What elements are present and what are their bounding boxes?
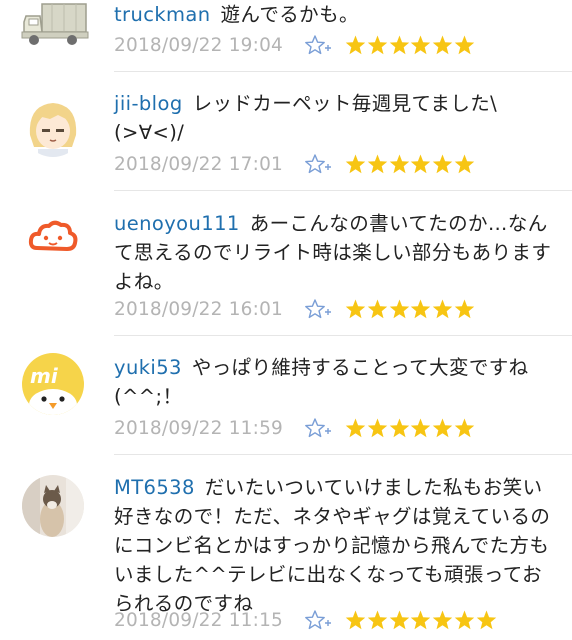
comment-body: truckman 遊んでるかも。 [114,0,554,29]
comment-text-line: yuki53 やっぱり維持することって大変ですね(^^;！ [114,353,554,411]
yellow-star-icon[interactable] [345,298,366,320]
star-rating [345,417,476,439]
yellow-star-icon[interactable] [410,298,431,320]
yellow-star-icon[interactable] [345,609,366,631]
comment-text-line: uenoyou111 あーこんなの書いてたのか…なんて思えるのでリライト時は楽しい… [114,209,554,296]
comment-body: yuki53 やっぱり維持することって大変ですね(^^;！ [114,353,554,411]
yellow-star-icon[interactable] [389,34,410,56]
yellow-star-icon[interactable] [454,153,475,175]
yellow-star-icon[interactable] [432,298,453,320]
yellow-bird-avatar[interactable]: mi [22,353,84,415]
yellow-star-icon[interactable] [432,417,453,439]
add-star-icon[interactable] [304,152,344,176]
yellow-star-icon[interactable] [367,298,388,320]
username-link[interactable]: jii-blog [114,92,183,115]
orange-cloud-avatar[interactable] [22,208,84,270]
comment-text-line: jii-blog レッドカーペット毎週見てました\ (>∀<)/ [114,89,554,147]
yellow-star-icon[interactable] [389,609,410,631]
timestamp: 2018/09/22 19:04 [114,34,284,56]
divider [114,454,572,455]
yellow-star-icon[interactable] [367,417,388,439]
yellow-star-icon[interactable] [410,153,431,175]
yellow-star-icon[interactable] [389,153,410,175]
timestamp: 2018/09/22 11:59 [114,417,284,439]
comment-body: jii-blog レッドカーペット毎週見てました\ (>∀<)/ [114,89,554,147]
yellow-star-icon[interactable] [432,153,453,175]
star-rating [345,153,476,175]
add-star-icon[interactable] [304,33,344,57]
comment-meta: 2018/09/22 17:01 [114,150,476,178]
cat-photo-avatar[interactable] [22,475,84,537]
yellow-star-icon[interactable] [367,609,388,631]
username-link[interactable]: yuki53 [114,356,182,379]
comment-body: uenoyou111 あーこんなの書いてたのか…なんて思えるのでリライト時は楽しい… [114,209,554,296]
comment-meta: 2018/09/22 16:01 [114,295,476,323]
yellow-star-icon[interactable] [454,609,475,631]
yellow-star-icon[interactable] [476,609,497,631]
add-star-icon[interactable] [304,416,344,440]
yellow-star-icon[interactable] [410,34,431,56]
yellow-star-icon[interactable] [345,153,366,175]
star-rating [345,298,476,320]
divider [114,190,572,191]
truck-avatar[interactable] [20,0,90,54]
comment-meta: 2018/09/22 11:59 [114,414,476,442]
svg-text:mi: mi [30,364,59,388]
comment-meta: 2018/09/22 19:04 [114,31,476,59]
yellow-star-icon[interactable] [432,609,453,631]
username-link[interactable]: truckman [114,3,211,26]
anime-girl-icon [22,95,84,157]
anime-girl-avatar[interactable] [22,95,84,157]
timestamp: 2018/09/22 17:01 [114,153,284,175]
yellow-bird-icon: mi [22,353,84,415]
star-rating [345,34,476,56]
yellow-star-icon[interactable] [367,153,388,175]
yellow-star-icon[interactable] [454,298,475,320]
comment-body: MT6538 だいたいついていけました私もお笑い好きなので！ただ、ネタやギャグは覚… [114,473,554,618]
truck-icon [21,3,89,45]
yellow-star-icon[interactable] [389,298,410,320]
yellow-star-icon[interactable] [454,34,475,56]
star-rating [345,609,498,631]
comment-meta: 2018/09/22 11:15 [114,606,498,634]
yellow-star-icon[interactable] [367,34,388,56]
divider [114,71,572,72]
comment-text-line: MT6538 だいたいついていけました私もお笑い好きなので！ただ、ネタやギャグは覚… [114,473,554,618]
yellow-star-icon[interactable] [345,417,366,439]
comment-text-line: truckman 遊んでるかも。 [114,0,554,29]
timestamp: 2018/09/22 11:15 [114,609,284,631]
timestamp: 2018/09/22 16:01 [114,298,284,320]
yellow-star-icon[interactable] [410,609,431,631]
username-link[interactable]: MT6538 [114,476,195,499]
username-link[interactable]: uenoyou111 [114,212,240,235]
divider [114,335,572,336]
add-star-icon[interactable] [304,608,344,632]
add-star-icon[interactable] [304,297,344,321]
yellow-star-icon[interactable] [345,34,366,56]
orange-cloud-icon [22,208,84,270]
yellow-star-icon[interactable] [389,417,410,439]
comment-text: 遊んでるかも。 [220,3,359,26]
yellow-star-icon[interactable] [432,34,453,56]
yellow-star-icon[interactable] [410,417,431,439]
yellow-star-icon[interactable] [454,417,475,439]
cat-photo-icon [22,475,84,537]
